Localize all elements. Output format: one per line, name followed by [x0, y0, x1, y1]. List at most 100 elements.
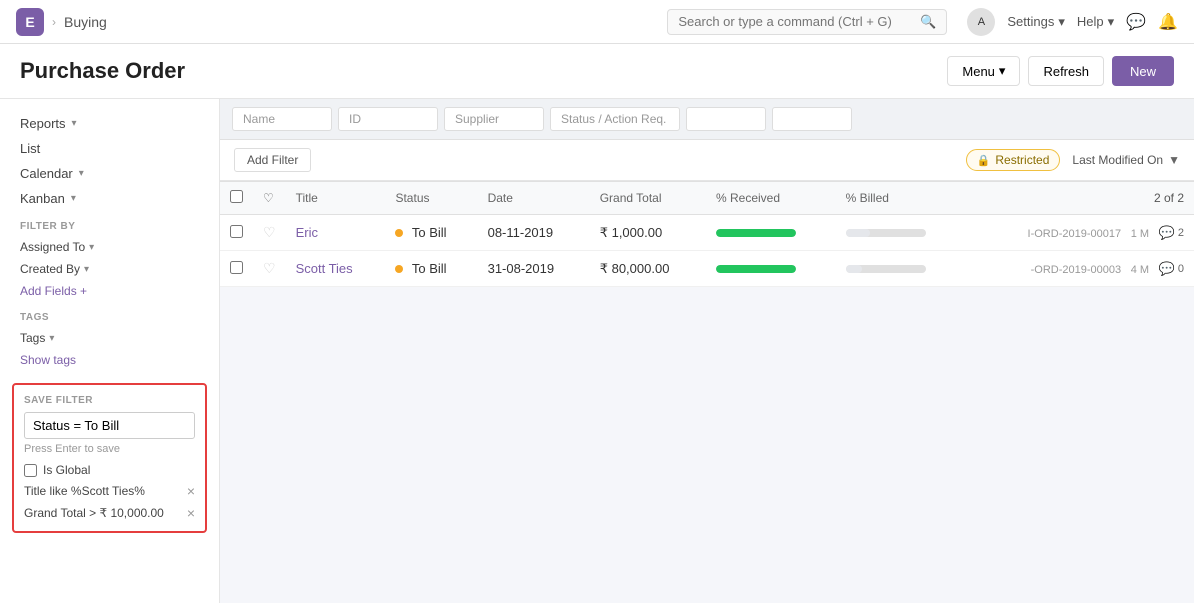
header-title[interactable]: Title [286, 182, 386, 215]
row-title-0[interactable]: Eric [286, 215, 386, 251]
row-time-0: 1 M [1131, 228, 1149, 240]
filter-empty1[interactable] [686, 107, 766, 131]
row-grand-total-1: ₹ 80,000.00 [590, 251, 706, 287]
content-area: Name ID Supplier Status / Action Req. Ad… [220, 99, 1194, 603]
add-fields-button[interactable]: Add Fields + [0, 280, 219, 302]
result-count: 2 of 2 [1154, 191, 1184, 205]
tags-filter[interactable]: Tags ▾ [0, 327, 219, 349]
received-bar-0 [716, 229, 796, 237]
data-table: ♡ Title Status Date Grand Total % Receiv… [220, 181, 1194, 287]
page-title: Purchase Order [20, 58, 185, 84]
sidebar-item-reports[interactable]: Reports ▾ [0, 111, 219, 136]
refresh-button[interactable]: Refresh [1028, 56, 1104, 86]
show-tags-button[interactable]: Show tags [0, 349, 219, 371]
is-global-check[interactable] [24, 464, 37, 477]
help-button[interactable]: Help ▾ [1077, 14, 1114, 30]
status-label-1: To Bill [412, 261, 447, 276]
row-date-0: 08-11-2019 [478, 215, 590, 251]
row-title-1[interactable]: Scott Ties [286, 251, 386, 287]
heart-icon-0[interactable]: ♡ [263, 224, 276, 240]
filter-condition-2-text: Grand Total > ₹ 10,000.00 [24, 506, 164, 520]
row-received-0 [706, 215, 836, 251]
filter-condition-2-remove[interactable]: × [187, 505, 195, 521]
table-row: ♡ Scott Ties To Bill 31-08-2019 ₹ 80,000… [220, 251, 1194, 287]
row-grand-total-0: ₹ 1,000.00 [590, 215, 706, 251]
list-label: List [20, 141, 40, 156]
comment-icon-0: 💬 [1159, 225, 1175, 241]
kanban-arrow: ▾ [71, 193, 76, 204]
row-meta-1: -ORD-2019-00003 4 M 💬 0 [965, 251, 1194, 287]
sidebar-item-kanban[interactable]: Kanban ▾ [0, 186, 219, 211]
search-bar[interactable]: 🔍 [667, 9, 947, 35]
filter-empty2[interactable] [772, 107, 852, 131]
status-dot-0 [395, 229, 403, 237]
kanban-label: Kanban [20, 191, 65, 206]
row-comments-1: 💬 0 [1159, 261, 1184, 277]
sidebar: Reports ▾ List Calendar ▾ Kanban ▾ FILTE… [0, 99, 220, 603]
row-billed-1 [836, 251, 966, 287]
last-modified[interactable]: Last Modified On ▼ [1072, 153, 1180, 167]
row-checkbox-0[interactable] [220, 215, 253, 251]
settings-button[interactable]: Settings ▾ [1007, 14, 1065, 30]
header-billed[interactable]: % Billed [836, 182, 966, 215]
received-fill-0 [716, 229, 796, 237]
header-checkbox-col[interactable] [220, 182, 253, 215]
table-toolbar: Add Filter 🔒 Restricted Last Modified On… [220, 140, 1194, 181]
restricted-label: Restricted [995, 153, 1049, 167]
page-actions: Menu ▾ Refresh New [947, 56, 1174, 86]
new-button[interactable]: New [1112, 56, 1174, 86]
row-fav-0[interactable]: ♡ [253, 215, 286, 251]
sidebar-item-calendar[interactable]: Calendar ▾ [0, 161, 219, 186]
breadcrumb-section[interactable]: Buying [64, 14, 107, 30]
row-check-1[interactable] [230, 261, 243, 274]
row-fav-1[interactable]: ♡ [253, 251, 286, 287]
add-filter-button[interactable]: Add Filter [234, 148, 311, 172]
chat-icon[interactable]: 💬 [1126, 12, 1146, 32]
restricted-badge: 🔒 Restricted [966, 149, 1061, 171]
status-dot-1 [395, 265, 403, 273]
filter-condition-1-text: Title like %Scott Ties% [24, 484, 145, 498]
reports-label: Reports [20, 116, 66, 131]
is-global-checkbox[interactable]: Is Global [24, 463, 195, 477]
row-status-0: To Bill [385, 215, 477, 251]
billed-bar-1 [846, 265, 926, 273]
assigned-to-filter[interactable]: Assigned To ▾ [0, 236, 219, 258]
row-meta-0: I-ORD-2019-00017 1 M 💬 2 [965, 215, 1194, 251]
created-by-arrow: ▾ [84, 264, 89, 275]
table-header-row: ♡ Title Status Date Grand Total % Receiv… [220, 182, 1194, 215]
navbar-actions: A Settings ▾ Help ▾ 💬 🔔 [967, 8, 1178, 36]
filter-condition-2: Grand Total > ₹ 10,000.00 × [24, 505, 195, 521]
sidebar-item-list[interactable]: List [0, 136, 219, 161]
search-input[interactable] [678, 14, 914, 29]
header-date[interactable]: Date [478, 182, 590, 215]
breadcrumb-chevron: › [52, 15, 56, 29]
save-filter-box: SAVE FILTER Press Enter to save Is Globa… [12, 383, 207, 533]
header-grand-total[interactable]: Grand Total [590, 182, 706, 215]
filter-condition-1-remove[interactable]: × [187, 483, 195, 499]
header-received[interactable]: % Received [706, 182, 836, 215]
billed-fill-0 [846, 229, 870, 237]
header-status[interactable]: Status [385, 182, 477, 215]
menu-button[interactable]: Menu ▾ [947, 56, 1020, 86]
select-all-checkbox[interactable] [230, 190, 243, 203]
filter-id[interactable]: ID [338, 107, 438, 131]
created-by-filter[interactable]: Created By ▾ [0, 258, 219, 280]
search-icon: 🔍 [920, 14, 936, 30]
tags-arrow: ▾ [49, 333, 54, 344]
header-fav-col: ♡ [253, 182, 286, 215]
save-filter-input[interactable] [24, 412, 195, 439]
table-body: ♡ Eric To Bill 08-11-2019 ₹ 1,000.00 I-O… [220, 215, 1194, 287]
page-header: Purchase Order Menu ▾ Refresh New [0, 44, 1194, 99]
heart-icon-1[interactable]: ♡ [263, 260, 276, 276]
filter-supplier[interactable]: Supplier [444, 107, 544, 131]
filter-status-action[interactable]: Status / Action Req. [550, 107, 680, 131]
filter-name[interactable]: Name [232, 107, 332, 131]
row-check-0[interactable] [230, 225, 243, 238]
bell-icon[interactable]: 🔔 [1158, 12, 1178, 32]
received-fill-1 [716, 265, 796, 273]
row-comments-0: 💬 2 [1159, 225, 1184, 241]
row-date-1: 31-08-2019 [478, 251, 590, 287]
received-bar-1 [716, 265, 796, 273]
row-status-1: To Bill [385, 251, 477, 287]
row-checkbox-1[interactable] [220, 251, 253, 287]
